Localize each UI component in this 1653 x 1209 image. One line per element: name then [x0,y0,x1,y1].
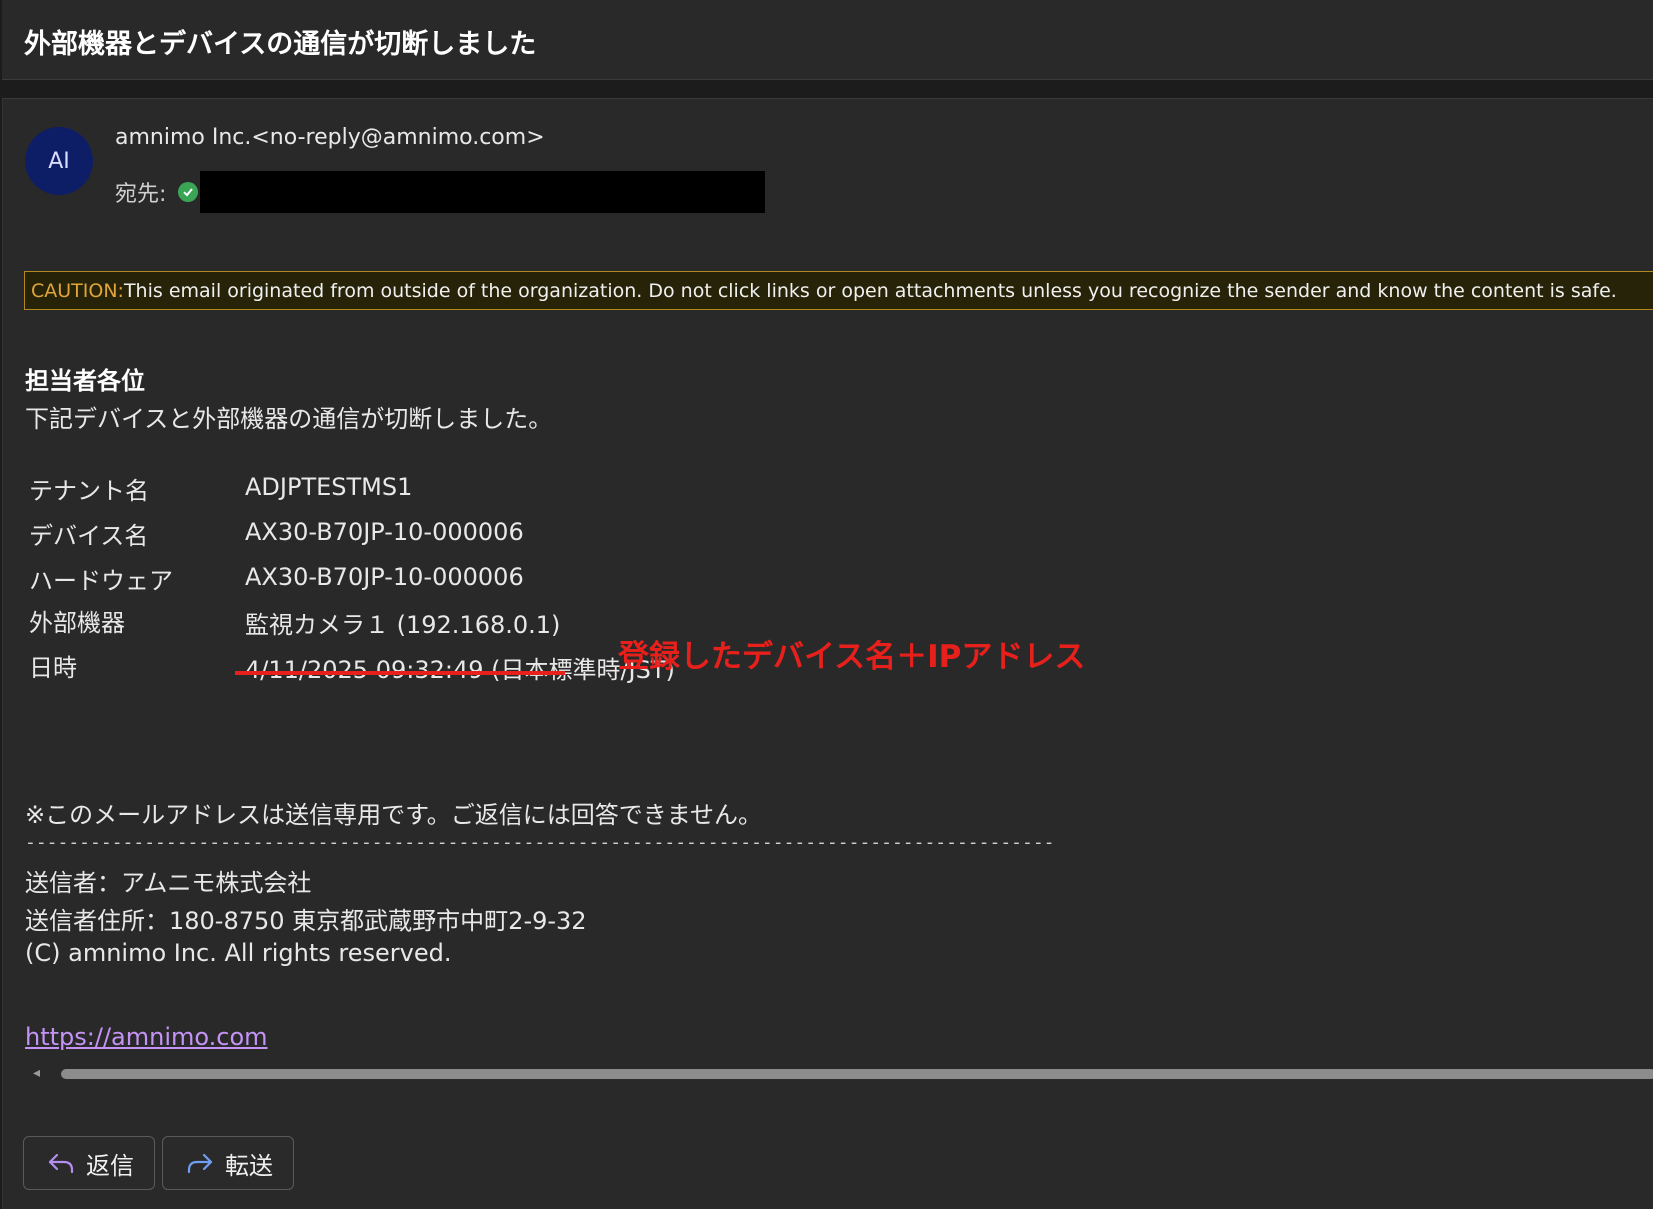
email-subject: 外部機器とデバイスの通信が切断しました [24,29,537,60]
message-pane: AI amnimo Inc.<no-reply@amnimo.com> 宛先: … [2,98,1653,1209]
no-reply-notice: ※このメールアドレスは送信専用です。ご返信には回答できません。 [25,801,762,829]
info-label: 外部機器 [29,609,125,637]
info-value: ADJPTESTMS1 [245,473,413,501]
scroll-left-arrow-icon[interactable]: ◂ [33,1065,40,1081]
greeting: 担当者各位 [25,367,145,395]
footer-copyright: (C) amnimo Inc. All rights reserved. [25,939,452,967]
email-window: 外部機器とデバイスの通信が切断しました AI amnimo Inc.<no-re… [0,0,1653,1209]
footer-address: 送信者住所：180-8750 東京都武蔵野市中町2-9-32 [25,907,587,935]
red-underline-annotation [235,671,565,675]
caution-banner: CAUTION: This email originated from outs… [24,271,1653,310]
info-value: 4/11/2025 09:32:49 (日本標準時/JST) [245,656,675,684]
info-value: AX30-B70JP-10-000006 [245,563,524,591]
info-label: テナント名 [29,477,149,505]
footer-sender: 送信者：アムニモ株式会社 [25,869,312,897]
subject-bar: 外部機器とデバイスの通信が切断しました [2,0,1653,80]
avatar[interactable]: AI [25,127,93,195]
redacted-recipient [200,171,766,213]
to-label: 宛先: [115,182,167,207]
recipient-row: 宛先: [115,171,766,213]
info-label: 日時 [29,654,77,682]
info-value: AX30-B70JP-10-000006 [245,518,524,546]
divider-line: ----------------------------------------… [25,832,1055,853]
verified-check-icon [178,182,199,202]
forward-label: 転送 [225,1151,273,1180]
caution-label: CAUTION: [31,279,124,302]
reply-label: 返信 [86,1151,134,1180]
info-label: デバイス名 [29,522,149,550]
website-link[interactable]: https://amnimo.com [25,1023,268,1051]
info-value: 監視カメラ１ (192.168.0.1) [245,611,561,639]
caution-text: This email originated from outside of th… [123,279,1617,302]
reply-button[interactable]: 返信 [23,1136,155,1190]
horizontal-scrollbar[interactable] [61,1069,1653,1079]
info-label: ハードウェア [29,567,173,595]
red-annotation-text: 登録したデバイス名＋IPアドレス [618,639,1086,675]
sender-address[interactable]: amnimo Inc.<no-reply@amnimo.com> [115,125,545,150]
reply-arrow-icon [46,1151,76,1175]
intro-text: 下記デバイスと外部機器の通信が切断しました。 [25,405,553,433]
forward-arrow-icon [185,1151,215,1175]
forward-button[interactable]: 転送 [162,1136,294,1190]
